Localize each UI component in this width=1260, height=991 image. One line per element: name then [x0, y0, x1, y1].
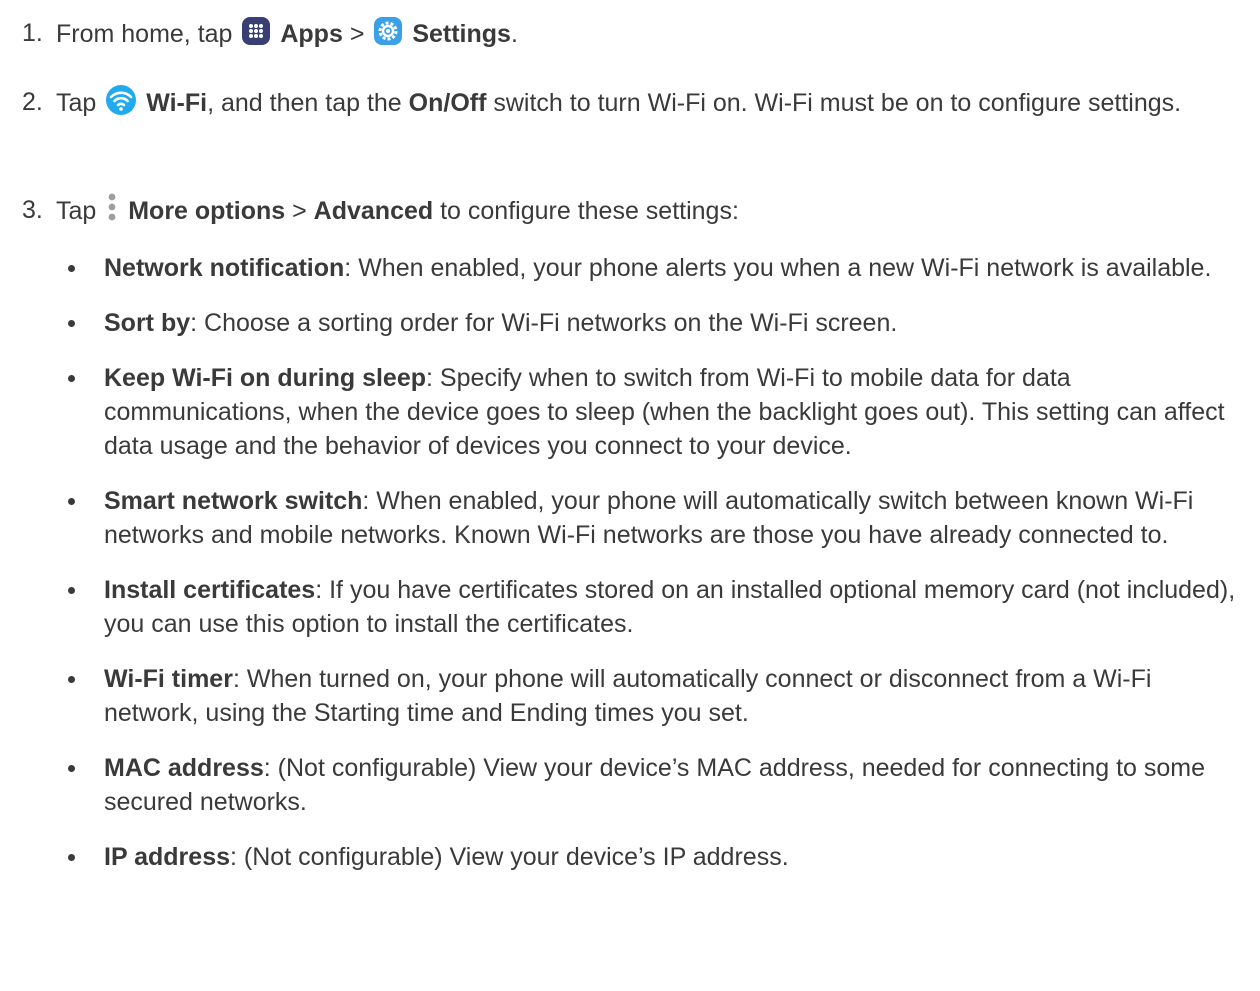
- setting-term: MAC address: [104, 754, 264, 782]
- bullet-icon: [68, 854, 75, 861]
- step-text-part: From home, tap: [56, 20, 233, 48]
- list-item: Sort by: Choose a sorting order for Wi-F…: [68, 306, 1243, 340]
- step-2: 2. Tap Wi-Fi, and then tap the On/Off sw…: [22, 85, 1242, 124]
- step-text-part: Tap: [56, 197, 97, 225]
- apps-grid-icon: [241, 16, 271, 55]
- list-item: Install certificates: If you have certif…: [68, 573, 1243, 641]
- apps-label: Apps: [280, 20, 343, 48]
- step-text-part: switch to turn Wi-Fi on. Wi-Fi must be o…: [493, 89, 1182, 117]
- advanced-label: Advanced: [313, 197, 434, 225]
- more-options-icon: [105, 193, 119, 232]
- step-number: 1.: [22, 19, 43, 47]
- settings-label: Settings: [412, 20, 511, 48]
- bullet-icon: [68, 587, 75, 594]
- setting-description: : When enabled, your phone alerts you wh…: [344, 254, 1212, 282]
- setting-description: : (Not configurable) View your device’s …: [104, 754, 1206, 816]
- bullet-icon: [68, 265, 75, 272]
- step-text: From home, tap Apps > Settings.: [56, 16, 1242, 55]
- setting-description: : When turned on, your phone will automa…: [104, 665, 1152, 727]
- setting-term: Install certificates: [104, 576, 316, 604]
- bullet-icon: [68, 375, 75, 382]
- wifi-label: Wi-Fi: [146, 89, 208, 117]
- setting-term: Keep Wi-Fi on during sleep: [104, 364, 427, 392]
- bullet-icon: [68, 765, 75, 772]
- step-text: Tap More options > Advanced to configure…: [56, 193, 1242, 232]
- settings-list: Network notification: When enabled, your…: [68, 251, 1243, 895]
- step-1: 1. From home, tap Apps > Settings.: [22, 16, 1242, 55]
- step-text: Tap Wi-Fi, and then tap the On/Off switc…: [56, 85, 1242, 124]
- setting-term: Wi-Fi timer: [104, 665, 233, 693]
- setting-description: : Choose a sorting order for Wi-Fi netwo…: [190, 309, 898, 337]
- setting-term: IP address: [104, 843, 231, 871]
- step-number: 3.: [22, 196, 43, 224]
- step-text-part: .: [510, 20, 518, 48]
- bullet-icon: [68, 320, 75, 327]
- step-3: 3. Tap More options > Advanced to config…: [22, 193, 1242, 232]
- step-number: 2.: [22, 88, 43, 116]
- list-item: Wi-Fi timer: When turned on, your phone …: [68, 662, 1243, 730]
- step-text-part: to configure these settings:: [440, 197, 739, 225]
- step-text-part: >: [292, 197, 307, 225]
- setting-term: Sort by: [104, 309, 191, 337]
- step-text-part: , and then tap the: [207, 89, 402, 117]
- bullet-icon: [68, 498, 75, 505]
- list-item: Keep Wi-Fi on during sleep: Specify when…: [68, 361, 1243, 463]
- setting-term: Network notification: [104, 254, 345, 282]
- wifi-icon: [105, 85, 137, 124]
- step-text-part: Tap: [56, 89, 97, 117]
- bullet-icon: [68, 676, 75, 683]
- list-item: Network notification: When enabled, your…: [68, 251, 1243, 285]
- more-options-label: More options: [128, 197, 286, 225]
- on-off-label: On/Off: [408, 89, 487, 117]
- document: 1. From home, tap Apps > Settings. 2. Ta…: [0, 0, 1260, 991]
- settings-gear-icon: [373, 16, 403, 55]
- step-text-part: >: [349, 20, 365, 48]
- list-item: Smart network switch: When enabled, your…: [68, 484, 1243, 552]
- list-item: MAC address: (Not configurable) View you…: [68, 751, 1243, 819]
- setting-description: : (Not configurable) View your device’s …: [230, 843, 789, 871]
- setting-term: Smart network switch: [104, 487, 363, 515]
- list-item: IP address: (Not configurable) View your…: [68, 840, 1243, 874]
